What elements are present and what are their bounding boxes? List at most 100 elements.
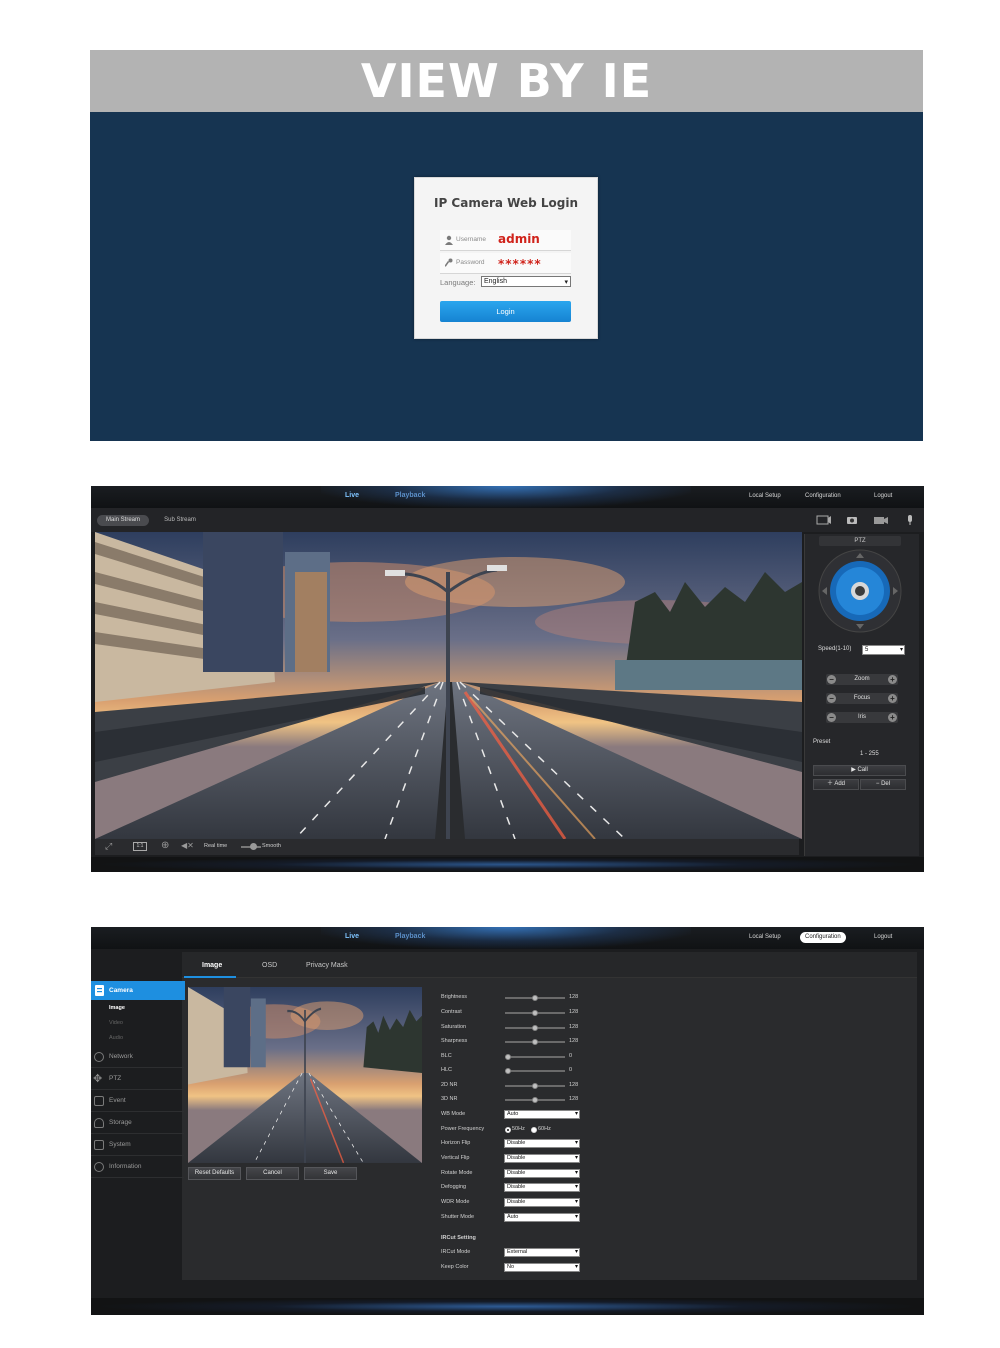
slider-track[interactable] <box>505 1068 565 1074</box>
radio-50hz[interactable] <box>505 1127 511 1133</box>
slider-track[interactable] <box>505 1010 565 1016</box>
dropdown-select[interactable]: No ▾ <box>504 1263 580 1272</box>
language-select[interactable]: English ▾ <box>481 276 571 287</box>
user-icon <box>445 235 453 245</box>
slider-knob[interactable] <box>532 1039 538 1045</box>
sidebar-network-label: Network <box>109 1053 133 1060</box>
slider-knob[interactable] <box>532 995 538 1001</box>
login-button[interactable]: Login <box>440 301 571 322</box>
nav-logout[interactable]: Logout <box>874 934 892 940</box>
nav-live[interactable]: Live <box>345 933 359 940</box>
sidebar-item-camera[interactable]: Camera <box>91 981 185 1000</box>
speed-select[interactable]: 5 ▾ <box>862 645 905 655</box>
tab-privacy-mask[interactable]: Privacy Mask <box>306 962 348 969</box>
zoom-in-icon[interactable]: + <box>888 675 897 684</box>
slider-track[interactable] <box>505 1083 565 1089</box>
nav-live[interactable]: Live <box>345 492 359 499</box>
dropdown-select[interactable]: Disable ▾ <box>504 1198 580 1207</box>
nav-playback[interactable]: Playback <box>395 933 425 940</box>
live-video-feed[interactable] <box>95 532 802 839</box>
sidebar-camera-label: Camera <box>109 987 133 994</box>
ptz-control-icon[interactable]: ⊕ <box>161 840 169 851</box>
sidebar-event-label: Event <box>109 1097 126 1104</box>
dropdown-select[interactable]: Disable ▾ <box>504 1154 580 1163</box>
slider-knob[interactable] <box>532 1025 538 1031</box>
sidebar-sub-image[interactable]: Image <box>109 1005 125 1011</box>
wb-mode-value: Auto <box>507 1111 519 1117</box>
dropdown-select[interactable]: Disable ▾ <box>504 1139 580 1148</box>
preset-add-button[interactable]: ＋ Add <box>813 779 859 790</box>
password-label: Password <box>456 259 485 266</box>
slider-track[interactable] <box>505 1054 565 1060</box>
slider-track[interactable] <box>505 995 565 1001</box>
tab-main-stream[interactable]: Main Stream <box>97 515 149 526</box>
preset-delete-button[interactable]: − Del <box>860 779 906 790</box>
video-record-icon[interactable] <box>873 514 889 526</box>
nav-local-setup[interactable]: Local Setup <box>749 934 781 940</box>
slider-track[interactable] <box>505 1039 565 1045</box>
ptz-direction-wheel[interactable] <box>818 549 902 633</box>
dropdown-value: External <box>507 1249 528 1255</box>
chevron-down-icon: ▾ <box>574 1249 578 1255</box>
preset-call-button[interactable]: ▶ Call <box>813 765 906 776</box>
information-icon <box>94 1162 104 1172</box>
slider-value: 128 <box>569 1096 579 1102</box>
slider-knob[interactable] <box>532 1083 538 1089</box>
password-field[interactable]: Password ****** <box>440 253 571 274</box>
select-label: Rotate Mode <box>441 1170 473 1176</box>
save-button[interactable]: Save <box>304 1167 357 1180</box>
slider-knob[interactable] <box>532 1097 538 1103</box>
sidebar-item-network[interactable]: Network <box>91 1046 184 1068</box>
nav-playback[interactable]: Playback <box>395 492 425 499</box>
sidebar-item-storage[interactable]: Storage <box>91 1112 184 1134</box>
reset-defaults-button[interactable]: Reset Defaults <box>188 1167 241 1180</box>
dropdown-select[interactable]: Auto ▾ <box>504 1213 580 1222</box>
dropdown-value: Auto <box>507 1214 519 1220</box>
sidebar-item-event[interactable]: Event <box>91 1090 184 1112</box>
slider-knob[interactable] <box>505 1068 511 1074</box>
dropdown-select[interactable]: Disable ▾ <box>504 1183 580 1192</box>
dropdown-select[interactable]: External ▾ <box>504 1248 580 1257</box>
radio-60hz[interactable] <box>531 1127 537 1133</box>
nav-logout[interactable]: Logout <box>874 493 892 499</box>
tab-image[interactable]: Image <box>202 962 222 969</box>
nav-configuration-active[interactable]: Configuration <box>800 932 846 943</box>
zoom-out-icon[interactable]: − <box>827 675 836 684</box>
sidebar-sub-audio[interactable]: Audio <box>109 1035 123 1041</box>
slider-label: Contrast <box>441 1009 462 1015</box>
audio-mute-icon[interactable]: ◀✕ <box>181 841 194 850</box>
slider-knob[interactable] <box>532 1010 538 1016</box>
slider-label: 2D NR <box>441 1082 458 1088</box>
zoom-control: Zoom − + <box>826 674 898 685</box>
wb-mode-select[interactable]: Auto ▾ <box>504 1110 580 1119</box>
tab-osd[interactable]: OSD <box>262 962 277 969</box>
tab-sub-stream[interactable]: Sub Stream <box>156 515 204 526</box>
slider-track[interactable] <box>505 1097 565 1103</box>
sidebar-item-system[interactable]: System <box>91 1134 184 1156</box>
language-value: English <box>484 278 507 285</box>
top-nav: Live Playback Local Setup Configuration … <box>91 486 924 508</box>
sidebar-sub-video[interactable]: Video <box>109 1020 123 1026</box>
slider-knob[interactable] <box>505 1054 511 1060</box>
slider-value: 128 <box>569 994 579 1000</box>
username-field[interactable]: Username admin <box>440 230 571 251</box>
focus-far-icon[interactable]: + <box>888 694 897 703</box>
aspect-ratio-icon[interactable]: 1:1 <box>133 842 147 851</box>
network-icon <box>94 1052 104 1062</box>
ircut-heading: IRCut Setting <box>441 1235 476 1241</box>
nav-local-setup[interactable]: Local Setup <box>749 493 781 499</box>
sidebar-item-ptz[interactable]: ✥ PTZ <box>91 1068 184 1090</box>
slider-track[interactable] <box>505 1025 565 1031</box>
latency-slider-knob[interactable] <box>250 843 257 850</box>
microphone-icon[interactable] <box>906 514 914 526</box>
iris-close-icon[interactable]: − <box>827 713 836 722</box>
record-folder-icon[interactable] <box>816 514 832 526</box>
cancel-button[interactable]: Cancel <box>246 1167 299 1180</box>
dropdown-select[interactable]: Disable ▾ <box>504 1169 580 1178</box>
nav-configuration[interactable]: Configuration <box>805 493 841 499</box>
focus-near-icon[interactable]: − <box>827 694 836 703</box>
fullscreen-icon[interactable]: ⤢ <box>105 841 112 852</box>
iris-open-icon[interactable]: + <box>888 713 897 722</box>
sidebar-item-information[interactable]: Information <box>91 1156 184 1178</box>
snapshot-camera-icon[interactable] <box>846 515 858 525</box>
